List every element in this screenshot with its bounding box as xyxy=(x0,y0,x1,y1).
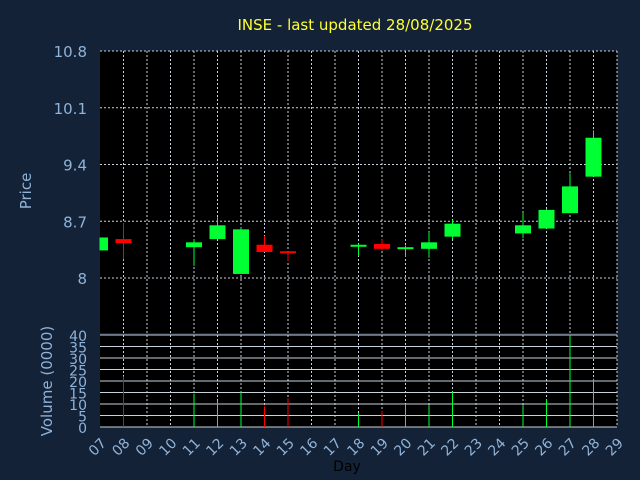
candle-body xyxy=(515,225,531,234)
candle-body xyxy=(233,229,249,274)
volume-panel: 0510152025303540 Volume (0000) xyxy=(38,326,618,437)
price-y-tick: 8 xyxy=(77,270,87,288)
candle-body xyxy=(397,247,414,250)
candle-body xyxy=(444,223,461,237)
volume-y-tick: 40 xyxy=(69,329,87,345)
price-y-tick: 10.8 xyxy=(54,43,87,61)
chart-title: INSE - last updated 28/08/2025 xyxy=(237,16,472,34)
volume-axis-label: Volume (0000) xyxy=(38,326,56,436)
price-axis-label: Price xyxy=(17,173,35,210)
candle-body xyxy=(585,137,602,177)
chart-canvas: INSE - last updated 28/08/2025 10.8 10.1 9… xyxy=(0,0,640,480)
candle-body xyxy=(115,239,132,244)
candle-body xyxy=(562,186,578,214)
candle-body xyxy=(374,243,390,249)
candle-body xyxy=(350,244,367,247)
x-axis-ticks: 07 08 09 10 11 12 13 14 15 16 17 18 19 20 21 22 23 24 25 26… xyxy=(86,435,627,459)
price-y-tick: 8.7 xyxy=(63,213,87,231)
candle-body xyxy=(256,244,273,253)
candle-body xyxy=(538,209,555,229)
candle-body xyxy=(209,225,226,240)
price-panel: 10.8 10.1 9.4 8.7 8 Price xyxy=(17,43,618,333)
candle-body xyxy=(186,242,202,248)
candle-body xyxy=(421,242,437,249)
x-axis-label: Day xyxy=(333,459,361,475)
price-y-tick: 10.1 xyxy=(54,100,87,118)
candle-body xyxy=(280,251,296,254)
price-y-tick: 9.4 xyxy=(63,157,87,175)
candle-body xyxy=(100,237,108,251)
